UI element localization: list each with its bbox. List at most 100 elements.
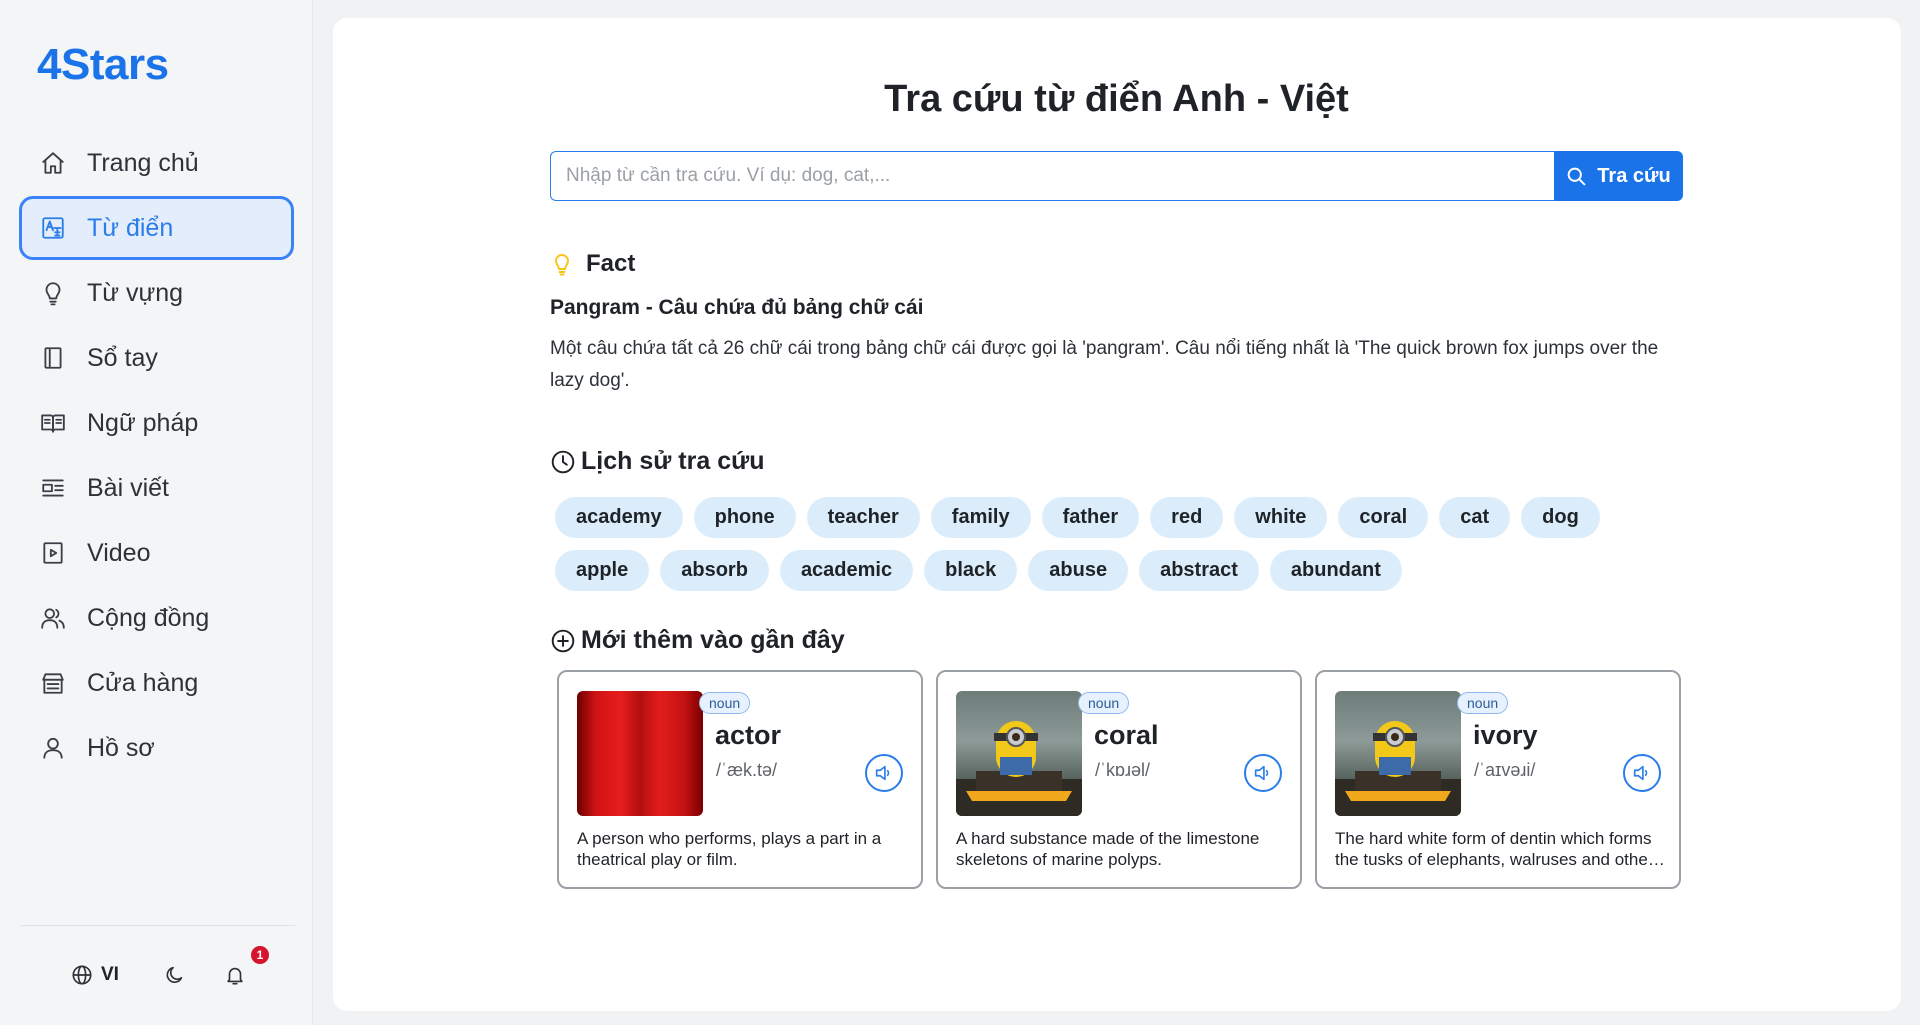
history-tag[interactable]: apple xyxy=(555,550,650,591)
search-button-label: Tra cứu xyxy=(1597,164,1671,187)
app-logo[interactable]: 4Stars xyxy=(37,40,169,90)
word-ipa: /ˈkɒɹəl/ xyxy=(1095,760,1151,780)
language-label: VI xyxy=(101,964,119,985)
history-tag[interactable]: cat xyxy=(1439,497,1511,538)
search-bar: Tra cứu xyxy=(550,151,1683,201)
sidebar: 4Stars Trang chủ Từ điển Từ vựng Sổ tay … xyxy=(0,0,313,1025)
sidebar-item-label: Trang chủ xyxy=(87,148,199,177)
minion-figure xyxy=(1335,721,1461,816)
sidebar-item-notebook[interactable]: Sổ tay xyxy=(19,326,294,390)
part-of-speech-badge: noun xyxy=(699,692,751,714)
word-card[interactable]: noun actor /ˈæk.tə/ A person who perform… xyxy=(557,670,923,889)
sidebar-item-home[interactable]: Trang chủ xyxy=(19,131,294,195)
history-tag[interactable]: academy xyxy=(555,497,683,538)
pronounce-button[interactable] xyxy=(865,754,903,792)
sidebar-footer: VI 1 xyxy=(20,925,295,1025)
user-icon xyxy=(39,734,67,762)
speaker-icon xyxy=(875,765,890,781)
sidebar-item-label: Ngữ pháp xyxy=(87,408,199,437)
pronounce-button[interactable] xyxy=(1244,754,1282,792)
history-tag[interactable]: black xyxy=(924,550,1018,591)
word-definition: A person who performs, plays a part in a… xyxy=(577,829,882,869)
sidebar-item-label: Video xyxy=(87,538,151,567)
history-tag[interactable]: dog xyxy=(1521,497,1600,538)
history-tag[interactable]: family xyxy=(930,497,1031,538)
history-tag[interactable]: academic xyxy=(779,550,914,591)
recent-heading: Mới thêm vào gần đây xyxy=(550,626,845,655)
video-icon xyxy=(39,539,67,567)
moon-icon xyxy=(166,966,183,983)
history-tags: academy phone teacher family father red white c… xyxy=(555,497,1683,591)
notification-badge: 1 xyxy=(251,946,269,964)
word-ipa: /ˈaɪvəɹi/ xyxy=(1474,760,1536,780)
sidebar-nav: Trang chủ Từ điển Từ vựng Sổ tay Ngữ phá… xyxy=(19,131,294,781)
fact-heading-label: Fact xyxy=(586,250,636,277)
lightbulb-icon xyxy=(555,254,569,276)
store-icon xyxy=(39,669,67,697)
part-of-speech-badge: noun xyxy=(1457,692,1509,714)
globe-icon xyxy=(72,965,92,985)
fact-heading: Fact xyxy=(550,250,635,278)
history-tag[interactable]: father xyxy=(1041,497,1140,538)
plus-circle-icon xyxy=(551,629,575,652)
history-tag[interactable]: abuse xyxy=(1028,550,1129,591)
sidebar-item-vocabulary[interactable]: Từ vựng xyxy=(19,261,294,325)
history-tag[interactable]: white xyxy=(1234,497,1328,538)
sidebar-item-community[interactable]: Cộng đồng xyxy=(19,586,294,650)
word-title: ivory xyxy=(1473,720,1538,750)
history-tag[interactable]: coral xyxy=(1338,497,1429,538)
sidebar-item-label: Cửa hàng xyxy=(87,668,199,697)
sidebar-item-profile[interactable]: Hồ sơ xyxy=(19,716,294,780)
history-heading-label: Lịch sử tra cứu xyxy=(581,447,765,475)
history-tag[interactable]: absorb xyxy=(660,550,769,591)
word-title: actor xyxy=(715,720,782,750)
search-input[interactable] xyxy=(550,151,1554,201)
theme-toggle[interactable] xyxy=(164,964,186,986)
notifications-button[interactable] xyxy=(224,964,246,986)
pronounce-button[interactable] xyxy=(1623,754,1661,792)
page-title: Tra cứu từ điển Anh - Việt xyxy=(884,78,1349,120)
sidebar-item-label: Hồ sơ xyxy=(87,733,155,762)
recent-cards: noun actor /ˈæk.tə/ A person who perform… xyxy=(557,670,1683,889)
sidebar-item-label: Từ điển xyxy=(87,213,174,242)
word-image-actor xyxy=(577,691,703,816)
word-ipa: /ˈæk.tə/ xyxy=(716,760,778,780)
language-switcher[interactable]: VI xyxy=(71,964,119,986)
history-tag[interactable]: abundant xyxy=(1269,550,1402,591)
speaker-icon xyxy=(1633,765,1648,781)
community-icon xyxy=(39,604,67,632)
lightbulb-icon xyxy=(39,279,67,307)
book-open-icon xyxy=(39,409,67,437)
part-of-speech-badge: noun xyxy=(1078,692,1130,714)
speaker-icon xyxy=(1254,765,1269,781)
recent-heading-label: Mới thêm vào gần đây xyxy=(581,626,845,654)
sidebar-item-articles[interactable]: Bài viết xyxy=(19,456,294,520)
word-definition: The hard white form of dentin which form… xyxy=(1335,829,1654,869)
article-icon xyxy=(39,474,67,502)
sidebar-item-label: Bài viết xyxy=(87,473,169,502)
sidebar-item-video[interactable]: Video xyxy=(19,521,294,585)
word-card[interactable]: noun ivory /ˈaɪvəɹi/ The hard white form… xyxy=(1315,670,1681,889)
history-tag[interactable]: teacher xyxy=(806,497,920,538)
word-image-coral xyxy=(956,691,1082,816)
sidebar-item-label: Từ vựng xyxy=(87,278,183,307)
clock-icon xyxy=(551,450,575,473)
word-card[interactable]: noun coral /ˈkɒɹəl/ A hard substance mad… xyxy=(936,670,1302,889)
word-image-ivory xyxy=(1335,691,1461,816)
history-tag[interactable]: red xyxy=(1150,497,1224,538)
sidebar-item-grammar[interactable]: Ngữ pháp xyxy=(19,391,294,455)
word-definition: A hard substance made of the limestone s… xyxy=(956,829,1260,869)
history-tag[interactable]: abstract xyxy=(1139,550,1259,591)
sidebar-item-store[interactable]: Cửa hàng xyxy=(19,651,294,715)
search-button[interactable]: Tra cứu xyxy=(1554,151,1683,201)
sidebar-item-dictionary[interactable]: Từ điển xyxy=(19,196,294,260)
history-heading: Lịch sử tra cứu xyxy=(550,447,764,476)
minion-figure xyxy=(956,721,1082,816)
dictionary-icon xyxy=(39,214,67,242)
main-panel: Tra cứu từ điển Anh - Việt Tra cứu Fact … xyxy=(333,18,1901,1011)
notebook-icon xyxy=(39,344,67,372)
history-tag[interactable]: phone xyxy=(693,497,796,538)
sidebar-item-label: Cộng đồng xyxy=(87,603,210,632)
sidebar-item-label: Sổ tay xyxy=(87,343,158,372)
bell-icon xyxy=(227,967,243,985)
